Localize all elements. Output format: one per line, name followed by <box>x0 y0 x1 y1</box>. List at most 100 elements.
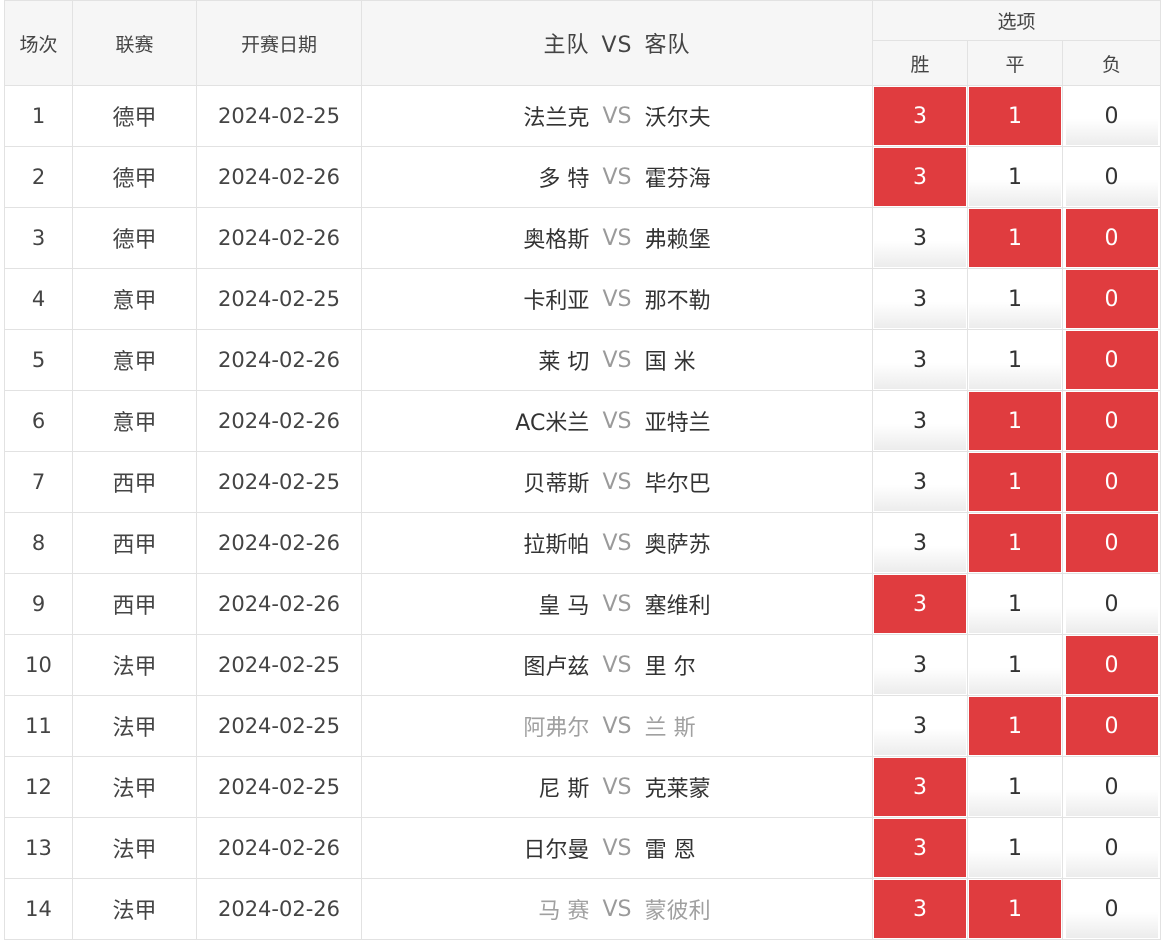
match-no: 1 <box>4 85 73 147</box>
option-draw-button[interactable]: 1 <box>969 331 1061 389</box>
option-loss-button[interactable]: 0 <box>1065 697 1158 755</box>
option-loss-button[interactable]: 0 <box>1065 148 1158 206</box>
option-win-button[interactable]: 3 <box>874 87 966 145</box>
option-draw-button[interactable]: 1 <box>969 514 1061 572</box>
option-loss-cell: 0 <box>1061 634 1162 696</box>
option-loss-cell: 0 <box>1061 390 1162 452</box>
away-team: 霍芬海 <box>644 167 711 192</box>
match-date: 2024-02-26 <box>196 817 362 879</box>
option-loss-button[interactable]: 0 <box>1065 636 1158 694</box>
option-loss-cell: 0 <box>1061 329 1162 391</box>
option-win-button[interactable]: 3 <box>874 148 966 206</box>
league-name: 德甲 <box>72 146 197 208</box>
option-loss-cell: 0 <box>1061 695 1162 757</box>
option-loss-button[interactable]: 0 <box>1065 331 1158 389</box>
header-home: 主队 <box>543 33 590 58</box>
match-teams: 奥格斯 VS 弗赖堡 <box>361 207 873 269</box>
option-loss-cell: 0 <box>1061 878 1162 940</box>
option-draw-cell: 1 <box>967 756 1063 818</box>
match-date: 2024-02-26 <box>196 878 362 940</box>
option-draw-button[interactable]: 1 <box>969 575 1061 633</box>
match-no: 5 <box>4 329 73 391</box>
vs-label: VS <box>602 652 632 678</box>
away-team: 那不勒 <box>644 289 711 314</box>
table-row: 5 意甲 2024-02-26 莱 切 VS 国 米 310 <box>4 329 1162 391</box>
table-row: 6 意甲 2024-02-26 AC米兰 VS 亚特兰 3 1 0 <box>4 390 1162 452</box>
option-loss-button[interactable]: 0 <box>1065 575 1158 633</box>
match-no: 2 <box>4 146 73 208</box>
option-draw-button[interactable]: 1 <box>969 87 1061 145</box>
option-win-cell: 3 <box>872 146 968 208</box>
option-loss-button[interactable]: 0 <box>1065 453 1158 511</box>
league-name: 法甲 <box>72 817 197 879</box>
option-draw-button[interactable]: 1 <box>969 392 1061 450</box>
match-no: 10 <box>4 634 73 696</box>
away-team: 里 尔 <box>644 655 696 680</box>
header-win: 胜 <box>872 40 968 86</box>
option-draw-button[interactable]: 1 <box>969 697 1061 755</box>
option-loss-button[interactable]: 0 <box>1065 819 1158 877</box>
option-win-button[interactable]: 3 <box>874 392 966 450</box>
option-draw-button[interactable]: 1 <box>969 209 1061 267</box>
option-draw-button[interactable]: 1 <box>969 880 1061 938</box>
league-name: 西甲 <box>72 451 197 513</box>
option-loss-button[interactable]: 0 <box>1065 87 1158 145</box>
option-win-button[interactable]: 3 <box>874 697 966 755</box>
match-teams: 日尔曼 VS 雷 恩 <box>361 817 873 879</box>
option-win-button[interactable]: 3 <box>874 453 966 511</box>
match-teams: 贝蒂斯 VS 毕尔巴 <box>361 451 873 513</box>
option-win-button[interactable]: 3 <box>874 575 966 633</box>
vs-label: VS <box>602 774 632 800</box>
header-options: 选项 <box>871 0 1162 41</box>
option-win-button[interactable]: 3 <box>874 270 966 328</box>
option-win-button[interactable]: 3 <box>874 514 966 572</box>
option-win-button[interactable]: 3 <box>874 758 966 816</box>
option-win-cell: 3 <box>872 268 968 330</box>
vs-label: VS <box>602 225 632 251</box>
league-name: 法甲 <box>72 878 197 940</box>
match-date: 2024-02-26 <box>196 146 362 208</box>
match-no: 13 <box>4 817 73 879</box>
home-team: 皇 马 <box>538 594 590 619</box>
option-draw-button[interactable]: 1 <box>969 270 1061 328</box>
option-draw-button[interactable]: 1 <box>969 453 1061 511</box>
match-date: 2024-02-25 <box>196 695 362 757</box>
option-loss-button[interactable]: 0 <box>1065 392 1158 450</box>
option-loss-button[interactable]: 0 <box>1065 514 1158 572</box>
table-row: 11 法甲 2024-02-25 阿弗尔 VS 兰 斯 310 <box>4 695 1162 757</box>
option-draw-button[interactable]: 1 <box>969 819 1061 877</box>
table-row: 4 意甲 2024-02-25 卡利亚 VS 那不勒 3 1 0 <box>4 268 1162 330</box>
table-row: 7 西甲 2024-02-25 贝蒂斯 VS 毕尔巴 3 1 0 <box>4 451 1162 513</box>
league-name: 法甲 <box>72 634 197 696</box>
match-date: 2024-02-25 <box>196 634 362 696</box>
option-draw-button[interactable]: 1 <box>969 636 1061 694</box>
option-loss-button[interactable]: 0 <box>1065 209 1158 267</box>
option-draw-button[interactable]: 1 <box>969 148 1061 206</box>
option-win-cell: 3 <box>872 85 968 147</box>
league-name: 西甲 <box>72 512 197 574</box>
option-draw-cell: 1 <box>967 512 1063 574</box>
league-name: 法甲 <box>72 756 197 818</box>
option-win-button[interactable]: 3 <box>874 880 966 938</box>
option-loss-button[interactable]: 0 <box>1065 270 1158 328</box>
option-draw-cell: 1 <box>967 817 1063 879</box>
away-team: 国 米 <box>644 350 696 375</box>
option-draw-button[interactable]: 1 <box>969 758 1061 816</box>
option-win-button[interactable]: 3 <box>874 636 966 694</box>
option-loss-cell: 0 <box>1061 573 1162 635</box>
home-team: 多 特 <box>538 167 590 192</box>
match-date: 2024-02-25 <box>196 756 362 818</box>
option-loss-button[interactable]: 0 <box>1065 880 1158 938</box>
match-no: 14 <box>4 878 73 940</box>
option-loss-button[interactable]: 0 <box>1065 758 1158 816</box>
option-win-button[interactable]: 3 <box>874 331 966 389</box>
table-row: 2 德甲 2024-02-26 多 特 VS 霍芬海 3 1 0 <box>4 146 1162 208</box>
option-win-button[interactable]: 3 <box>874 819 966 877</box>
home-team: 卡利亚 <box>523 289 590 314</box>
table-header: 场次 联赛 开赛日期 主队 VS 客队 选项 胜 平 负 <box>4 0 1162 86</box>
option-win-button[interactable]: 3 <box>874 209 966 267</box>
option-draw-cell: 1 <box>967 634 1063 696</box>
vs-label: VS <box>602 103 632 129</box>
option-win-cell: 3 <box>872 451 968 513</box>
table-row: 10 法甲 2024-02-25 图卢兹 VS 里 尔310 <box>4 634 1162 696</box>
